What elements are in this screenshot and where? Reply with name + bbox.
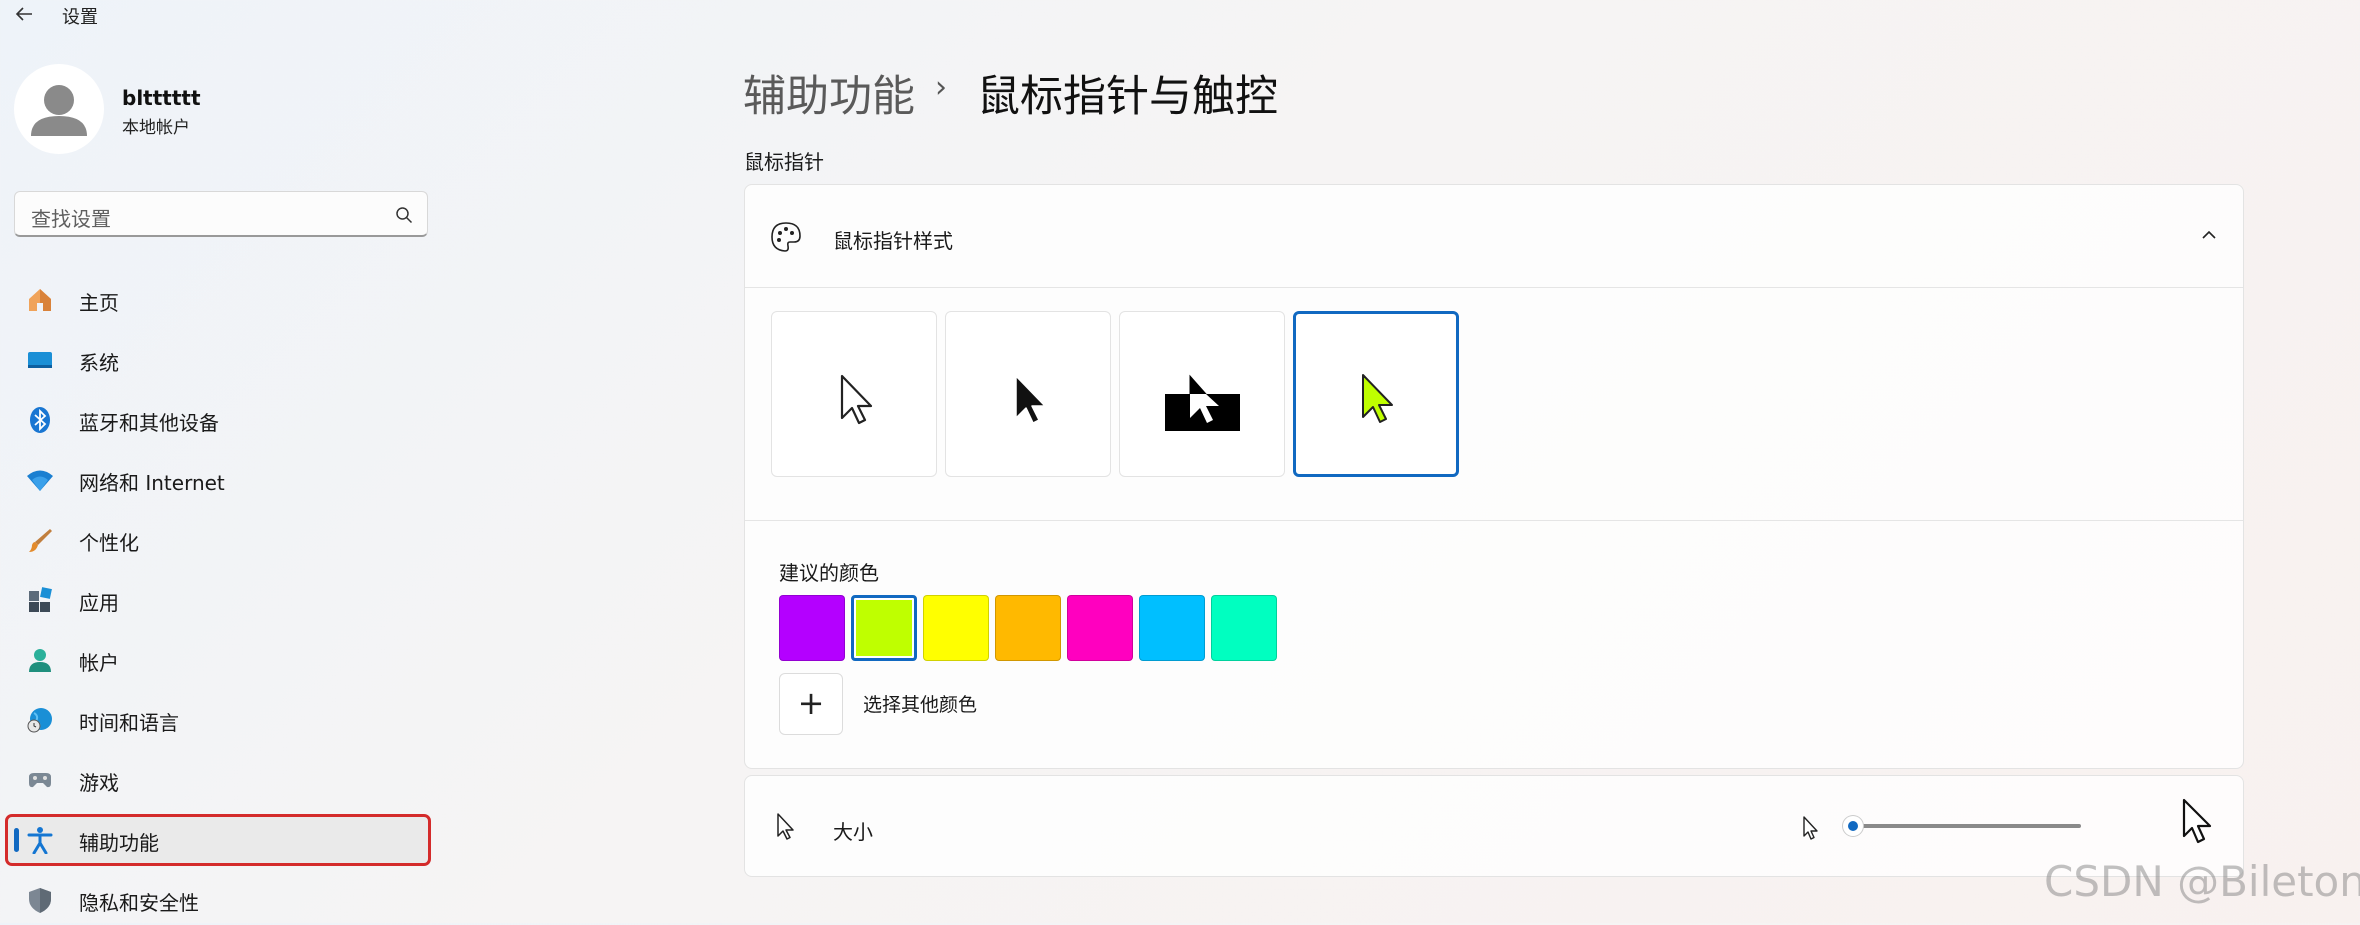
pointer-size-card: 大小	[744, 775, 2244, 877]
sidebar-item-label: 网络和 Internet	[79, 471, 225, 495]
choose-other-color-button[interactable]: +	[779, 673, 843, 735]
color-swatch-yellow[interactable]	[923, 595, 989, 661]
color-swatch-purple[interactable]	[779, 595, 845, 661]
custom-color-cursor-icon	[1362, 374, 1393, 423]
pointer-style-custom[interactable]	[1293, 311, 1459, 477]
selection-indicator	[14, 828, 19, 852]
search-icon[interactable]	[395, 206, 413, 224]
chevron-up-icon[interactable]	[2199, 225, 2219, 245]
small-cursor-icon	[1801, 815, 1821, 841]
inverted-cursor-icon	[1165, 374, 1240, 431]
black-cursor-icon	[1015, 375, 1046, 424]
divider	[745, 520, 2243, 521]
globe-clock-icon	[26, 706, 54, 734]
brush-icon	[26, 526, 54, 554]
sidebar-item-label: 应用	[79, 591, 119, 615]
choose-other-color-label: 选择其他颜色	[863, 694, 978, 716]
apps-icon	[26, 586, 54, 614]
size-label: 大小	[833, 820, 873, 844]
sidebar-item-personalization[interactable]: 个性化	[6, 515, 430, 565]
shield-icon	[26, 886, 54, 914]
app-title: 设置	[62, 7, 98, 28]
sidebar-item-home[interactable]: 主页	[6, 275, 430, 325]
pointer-style-header[interactable]: 鼠标指针样式	[745, 185, 2243, 288]
gamepad-icon	[26, 766, 54, 794]
home-icon	[26, 286, 54, 314]
size-slider[interactable]	[1833, 806, 2093, 846]
plus-icon: +	[797, 684, 825, 722]
slider-thumb[interactable]	[1843, 816, 1863, 836]
account-type: 本地帐户	[122, 118, 190, 138]
slider-track[interactable]	[1853, 824, 2081, 828]
sidebar-item-label: 主页	[79, 291, 119, 315]
sidebar-item-label: 隐私和安全性	[79, 891, 199, 915]
avatar[interactable]	[14, 64, 104, 154]
sidebar-item-label: 游戏	[79, 771, 119, 795]
palette-icon	[769, 220, 803, 254]
wifi-icon	[26, 466, 54, 494]
sidebar-item-accounts[interactable]: 帐户	[6, 635, 430, 685]
pointer-style-black[interactable]	[945, 311, 1111, 477]
bluetooth-icon	[26, 406, 54, 434]
search-input[interactable]: 查找设置	[14, 191, 428, 237]
white-cursor-icon	[840, 374, 873, 425]
suggested-colors-label: 建议的颜色	[779, 561, 879, 585]
search-placeholder: 查找设置	[31, 207, 111, 231]
pointer-style-inverted[interactable]	[1119, 311, 1285, 477]
cursor-size-icon	[775, 812, 801, 842]
sidebar-item-system[interactable]: 系统	[6, 335, 430, 385]
page-title: 鼠标指针与触控	[977, 72, 1278, 122]
accessibility-icon	[26, 826, 54, 855]
sidebar-item-bluetooth[interactable]: 蓝牙和其他设备	[6, 395, 430, 445]
sidebar-item-label: 系统	[79, 351, 119, 375]
breadcrumb-separator: ›	[935, 70, 947, 105]
color-swatch-magenta[interactable]	[1067, 595, 1133, 661]
sidebar-item-label: 帐户	[79, 651, 119, 675]
sidebar-item-accessibility[interactable]: 辅助功能	[5, 814, 431, 866]
sidebar-item-time-language[interactable]: 时间和语言	[6, 695, 430, 745]
sidebar-item-privacy[interactable]: 隐私和安全性	[6, 875, 430, 925]
system-icon	[26, 346, 54, 374]
account-icon	[26, 646, 54, 674]
pointer-style-title: 鼠标指针样式	[833, 229, 953, 253]
color-swatch-aqua[interactable]	[1211, 595, 1277, 661]
title-bar: 设置	[0, 0, 2360, 30]
color-swatch-orange[interactable]	[995, 595, 1061, 661]
large-cursor-icon	[2181, 798, 2217, 846]
sidebar-item-label: 时间和语言	[79, 711, 179, 735]
sidebar-item-label: 个性化	[79, 531, 139, 555]
breadcrumb-parent[interactable]: 辅助功能	[743, 62, 915, 124]
pointer-style-white[interactable]	[771, 311, 937, 477]
color-swatch-lime[interactable]	[851, 595, 917, 661]
watermark: CSDN @Bileton	[2044, 857, 2360, 906]
sidebar-item-label: 辅助功能	[79, 831, 159, 855]
section-label: 鼠标指针	[744, 150, 824, 174]
sidebar-item-network[interactable]: 网络和 Internet	[6, 455, 430, 505]
user-name: bltttttt	[122, 86, 201, 110]
color-swatch-sky-blue[interactable]	[1139, 595, 1205, 661]
sidebar-item-gaming[interactable]: 游戏	[6, 755, 430, 805]
sidebar-item-apps[interactable]: 应用	[6, 575, 430, 625]
pointer-style-card: 鼠标指针样式 建议的颜色 + 选择其他颜色	[744, 184, 2244, 769]
sidebar-item-label: 蓝牙和其他设备	[79, 411, 219, 435]
back-arrow-icon[interactable]	[12, 2, 36, 26]
